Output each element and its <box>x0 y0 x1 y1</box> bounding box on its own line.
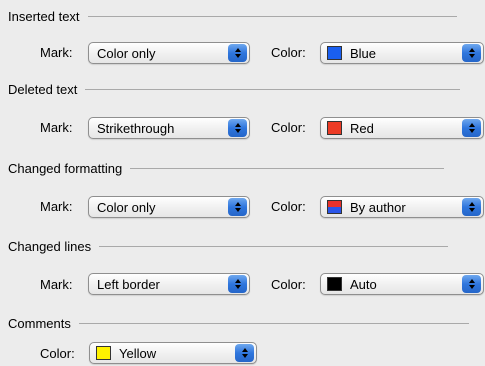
formatting-mark-label: Mark: <box>40 199 73 214</box>
deleted-mark-label: Mark: <box>40 120 73 135</box>
divider <box>87 16 457 17</box>
lines-mark-value: Left border <box>97 276 160 292</box>
inserted-color-value: Blue <box>350 45 377 61</box>
divider <box>130 168 445 169</box>
deleted-color-value: Red <box>350 120 374 136</box>
color-swatch-icon <box>327 46 342 60</box>
formatting-color-value: By author <box>350 199 406 215</box>
inserted-color-label: Color: <box>271 45 306 60</box>
by-author-swatch-icon <box>327 200 342 214</box>
comments-color-label: Color: <box>40 346 75 361</box>
comments-color-value: Yellow <box>119 345 157 361</box>
popup-arrows-icon <box>462 275 481 293</box>
inserted-mark-popup[interactable]: Color only <box>88 42 250 64</box>
formatting-color-label: Color: <box>271 199 306 214</box>
popup-arrows-icon <box>228 44 247 62</box>
formatting-mark-value: Color only <box>97 199 156 215</box>
popup-arrows-icon <box>228 198 247 216</box>
section-title-lines: Changed lines <box>8 239 92 254</box>
formatting-mark-popup[interactable]: Color only <box>88 196 250 218</box>
deleted-mark-value: Strikethrough <box>97 120 175 136</box>
lines-mark-label: Mark: <box>40 277 73 292</box>
color-swatch-icon <box>327 121 342 135</box>
deleted-color-label: Color: <box>271 120 306 135</box>
deleted-mark-popup[interactable]: Strikethrough <box>88 117 250 139</box>
lines-color-popup[interactable]: Auto <box>320 273 484 295</box>
lines-color-value: Auto <box>350 276 377 292</box>
section-title-deleted: Deleted text <box>8 82 78 97</box>
divider <box>99 246 449 247</box>
formatting-color-popup[interactable]: By author <box>320 196 484 218</box>
section-title-inserted: Inserted text <box>8 9 80 24</box>
comments-color-popup[interactable]: Yellow <box>89 342 257 364</box>
section-inserted-text: Inserted text <box>8 9 457 24</box>
inserted-color-popup[interactable]: Blue <box>320 42 484 64</box>
popup-arrows-icon <box>228 119 247 137</box>
popup-arrows-icon <box>462 44 481 62</box>
inserted-mark-value: Color only <box>97 45 156 61</box>
popup-arrows-icon <box>462 119 481 137</box>
divider <box>85 89 461 90</box>
section-deleted-text: Deleted text <box>8 82 461 97</box>
lines-color-label: Color: <box>271 277 306 292</box>
deleted-color-popup[interactable]: Red <box>320 117 484 139</box>
inserted-mark-label: Mark: <box>40 45 73 60</box>
popup-arrows-icon <box>228 275 247 293</box>
popup-arrows-icon <box>462 198 481 216</box>
section-title-comments: Comments <box>8 316 71 331</box>
popup-arrows-icon <box>235 344 254 362</box>
section-changed-formatting: Changed formatting <box>8 161 445 176</box>
color-swatch-icon <box>327 277 342 291</box>
color-swatch-icon <box>96 346 111 360</box>
divider <box>78 323 469 324</box>
section-comments: Comments <box>8 316 469 331</box>
section-title-formatting: Changed formatting <box>8 161 123 176</box>
lines-mark-popup[interactable]: Left border <box>88 273 250 295</box>
section-changed-lines: Changed lines <box>8 239 449 254</box>
